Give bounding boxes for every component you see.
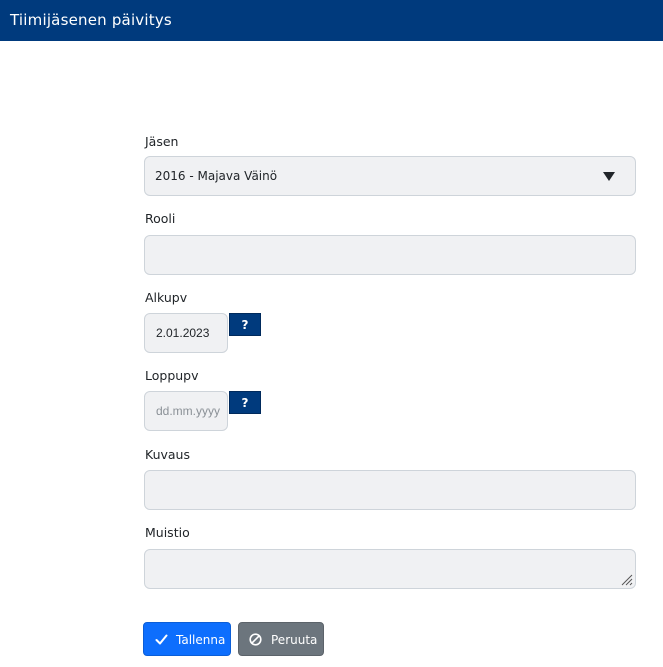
save-button[interactable]: Tallenna xyxy=(143,622,231,656)
memo-label: Muistio xyxy=(145,525,190,540)
end-date-label: Loppupv xyxy=(145,368,199,383)
end-date-help-button[interactable]: ? xyxy=(229,391,261,414)
ban-icon xyxy=(249,633,262,646)
cancel-button-label: Peruuta xyxy=(271,633,318,647)
cancel-button[interactable]: Peruuta xyxy=(238,622,324,656)
memo-textarea[interactable] xyxy=(144,549,636,589)
description-label: Kuvaus xyxy=(145,447,190,462)
member-label: Jäsen xyxy=(145,134,179,149)
member-select[interactable]: 2016 - Majava Väinö xyxy=(144,156,636,196)
resize-handle-icon[interactable] xyxy=(621,574,633,586)
role-input[interactable] xyxy=(144,235,636,275)
member-select-value: 2016 - Majava Väinö xyxy=(155,169,278,183)
description-input[interactable] xyxy=(144,470,636,510)
check-icon xyxy=(155,634,168,645)
start-date-help-button[interactable]: ? xyxy=(229,313,261,336)
chevron-down-icon xyxy=(603,172,615,181)
role-label: Rooli xyxy=(145,211,176,226)
save-button-label: Tallenna xyxy=(176,633,226,647)
end-date-placeholder: dd.mm.yyyy xyxy=(156,404,221,418)
page-title: Tiimijäsenen päivitys xyxy=(10,11,172,29)
end-date-input[interactable]: dd.mm.yyyy xyxy=(144,391,228,431)
start-date-value: 2.01.2023 xyxy=(156,326,210,340)
page-header: Tiimijäsenen päivitys xyxy=(0,0,663,41)
start-date-label: Alkupv xyxy=(145,290,188,305)
start-date-input[interactable]: 2.01.2023 xyxy=(144,313,228,353)
